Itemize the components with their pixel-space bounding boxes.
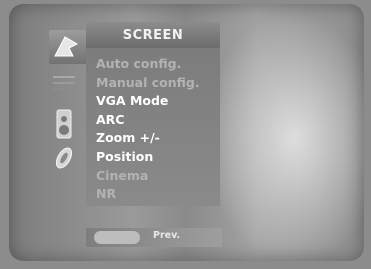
menu-item-vga-mode[interactable]: VGA Mode bbox=[86, 92, 220, 111]
menu-title: SCREEN bbox=[86, 22, 220, 48]
tv-screen: SCREEN Auto config. Manual config. VGA M… bbox=[9, 4, 364, 261]
prev-bar: Prev. bbox=[86, 228, 222, 247]
menu-item-cinema[interactable]: Cinema bbox=[86, 167, 220, 186]
menu-item-zoom[interactable]: Zoom +/- bbox=[86, 129, 220, 148]
category-icon-strip bbox=[29, 16, 89, 196]
screen-icon[interactable] bbox=[51, 34, 81, 60]
prev-label[interactable]: Prev. bbox=[153, 230, 180, 241]
screen-menu-panel: SCREEN Auto config. Manual config. VGA M… bbox=[86, 22, 220, 206]
menu-item-auto-config[interactable]: Auto config. bbox=[86, 55, 220, 74]
settings-icon[interactable] bbox=[53, 144, 75, 172]
sound-icon[interactable] bbox=[55, 108, 73, 140]
menu-item-position[interactable]: Position bbox=[86, 148, 220, 167]
input-icon[interactable] bbox=[51, 72, 77, 92]
menu-item-manual-config[interactable]: Manual config. bbox=[86, 74, 220, 93]
menu-list: Auto config. Manual config. VGA Mode ARC… bbox=[86, 55, 220, 204]
prev-button-icon[interactable] bbox=[94, 231, 140, 244]
menu-item-nr[interactable]: NR bbox=[86, 185, 220, 204]
menu-item-arc[interactable]: ARC bbox=[86, 111, 220, 130]
